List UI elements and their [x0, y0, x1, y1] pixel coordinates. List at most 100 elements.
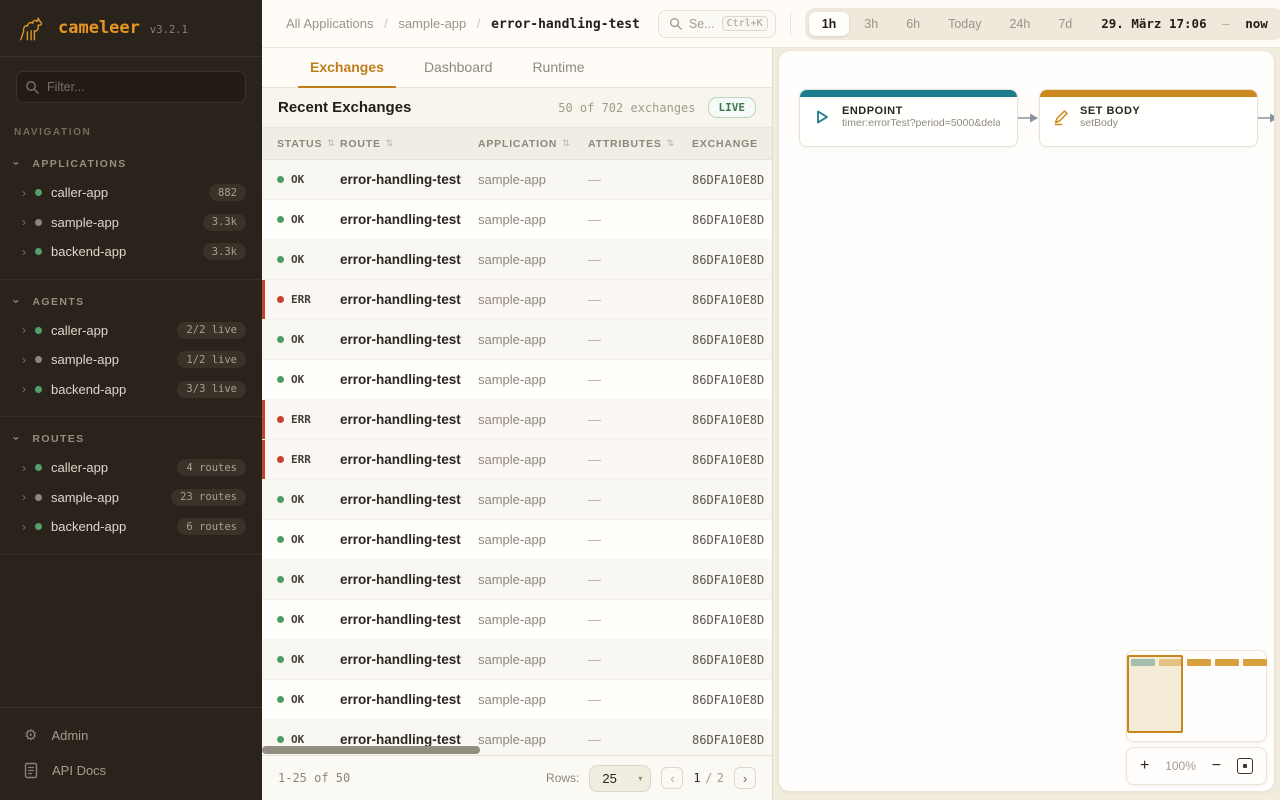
- zoom-out-button[interactable]: −: [1212, 758, 1221, 774]
- table-row[interactable]: OK error-handling-test sample-app — 86DF…: [262, 240, 772, 280]
- column-header-route[interactable]: ROUTE ⇅: [340, 138, 478, 150]
- flow-canvas[interactable]: ENDPOINT timer:errorTest?period=5000&del…: [778, 50, 1275, 792]
- sidebar-item-label: caller-app: [51, 323, 108, 338]
- time-range-option[interactable]: Today: [935, 12, 994, 36]
- horizontal-scrollbar[interactable]: [262, 746, 480, 754]
- sidebar-item-application[interactable]: › backend-app 3.3k: [0, 237, 262, 267]
- sidebar-item-route[interactable]: › backend-app 6 routes: [0, 512, 262, 542]
- divider: [790, 12, 791, 36]
- column-header-status[interactable]: STATUS ⇅: [262, 138, 340, 150]
- pagination-range: 1-25 of 50: [278, 771, 350, 785]
- sort-icon: ⇅: [562, 139, 570, 149]
- sidebar-item-agent[interactable]: › caller-app 2/2 live: [0, 316, 262, 346]
- route-cell: error-handling-test: [340, 332, 478, 347]
- sidebar-section-routes: › ROUTES › caller-app 4 routes › sample-…: [0, 417, 262, 555]
- status-text: OK: [291, 173, 304, 186]
- sidebar-item-badge: 4 routes: [177, 459, 246, 476]
- sidebar-item-label: caller-app: [51, 460, 108, 475]
- node-title: ENDPOINT: [842, 105, 1000, 117]
- table-row[interactable]: OK error-handling-test sample-app — 86DF…: [262, 320, 772, 360]
- time-range-option[interactable]: 7d: [1045, 12, 1085, 36]
- time-range-display[interactable]: 29. März 17:06 – now: [1101, 16, 1268, 31]
- search-shortcut: Ctrl+K: [722, 16, 768, 31]
- column-header-application[interactable]: APPLICATION ⇅: [478, 138, 588, 150]
- flow-node-endpoint[interactable]: ENDPOINT timer:errorTest?period=5000&del…: [799, 89, 1018, 147]
- section-header-agents[interactable]: › AGENTS: [0, 288, 262, 316]
- table-row[interactable]: ERR error-handling-test sample-app — 86D…: [262, 400, 772, 440]
- column-header-attributes[interactable]: ATTRIBUTES ⇅: [588, 138, 692, 150]
- application-cell: sample-app: [478, 492, 588, 507]
- status-dot: [277, 656, 284, 663]
- status-text: ERR: [291, 293, 311, 306]
- route-cell: error-handling-test: [340, 412, 478, 427]
- sidebar-item-badge: 3.3k: [203, 243, 246, 260]
- exchange-id-cell: 86DFA10E8D: [692, 293, 772, 307]
- status-text: OK: [291, 573, 304, 586]
- tab[interactable]: Dashboard: [408, 48, 509, 87]
- time-range-option[interactable]: 1h: [809, 12, 850, 36]
- table-row[interactable]: OK error-handling-test sample-app — 86DF…: [262, 680, 772, 720]
- breadcrumb-sample-app[interactable]: sample-app: [398, 16, 466, 31]
- total-pages: 2: [717, 771, 724, 785]
- sidebar-item-route[interactable]: › sample-app 23 routes: [0, 483, 262, 513]
- table-row[interactable]: OK error-handling-test sample-app — 86DF…: [262, 200, 772, 240]
- status-dot: [277, 256, 284, 263]
- minimap-node-bar: [1215, 659, 1239, 666]
- table-row[interactable]: OK error-handling-test sample-app — 86DF…: [262, 160, 772, 200]
- tab[interactable]: Exchanges: [294, 48, 400, 87]
- section-header-applications[interactable]: › APPLICATIONS: [0, 150, 262, 178]
- time-range-option[interactable]: 3h: [851, 12, 891, 36]
- sidebar-link-api-docs[interactable]: API Docs: [0, 753, 262, 788]
- flow-node-set-body[interactable]: SET BODY setBody: [1039, 89, 1258, 147]
- table-row[interactable]: OK error-handling-test sample-app — 86DF…: [262, 560, 772, 600]
- sidebar-section-agents: › AGENTS › caller-app 2/2 live › sample-…: [0, 280, 262, 418]
- global-search-button[interactable]: Se... Ctrl+K: [658, 10, 776, 38]
- table-row[interactable]: OK error-handling-test sample-app — 86DF…: [262, 600, 772, 640]
- table-row[interactable]: OK error-handling-test sample-app — 86DF…: [262, 640, 772, 680]
- sidebar-item-application[interactable]: › sample-app 3.3k: [0, 208, 262, 238]
- minimap-viewport[interactable]: [1127, 655, 1183, 733]
- attributes-cell: —: [588, 692, 692, 707]
- app-logo[interactable]: cameleer v3.2.1: [0, 0, 262, 57]
- exchange-id-cell: 86DFA10E8D: [692, 173, 772, 187]
- fit-view-icon[interactable]: [1237, 758, 1253, 774]
- status-text: OK: [291, 693, 304, 706]
- attributes-cell: —: [588, 412, 692, 427]
- table-row[interactable]: OK error-handling-test sample-app — 86DF…: [262, 360, 772, 400]
- attributes-cell: —: [588, 292, 692, 307]
- rows-per-page-select[interactable]: 25 ▾: [589, 765, 651, 792]
- table-header: STATUS ⇅ ROUTE ⇅ APPLICATION ⇅ ATTRIBUTE…: [262, 128, 772, 160]
- table-row[interactable]: OK error-handling-test sample-app — 86DF…: [262, 720, 772, 760]
- breadcrumb-all-applications[interactable]: All Applications: [286, 16, 373, 31]
- prev-page-button[interactable]: ‹: [661, 767, 683, 789]
- time-range-option[interactable]: 6h: [893, 12, 933, 36]
- table-row[interactable]: ERR error-handling-test sample-app — 86D…: [262, 440, 772, 480]
- section-label: AGENTS: [32, 296, 84, 308]
- next-page-button[interactable]: ›: [734, 767, 756, 789]
- zoom-in-button[interactable]: +: [1140, 758, 1149, 774]
- table-row[interactable]: OK error-handling-test sample-app — 86DF…: [262, 480, 772, 520]
- route-cell: error-handling-test: [340, 172, 478, 187]
- table-row[interactable]: ERR error-handling-test sample-app — 86D…: [262, 280, 772, 320]
- sidebar-item-agent[interactable]: › sample-app 1/2 live: [0, 345, 262, 375]
- time-range-option[interactable]: 24h: [996, 12, 1043, 36]
- status-text: OK: [291, 253, 304, 266]
- minimap[interactable]: [1126, 650, 1267, 742]
- status-text: ERR: [291, 413, 311, 426]
- route-cell: error-handling-test: [340, 292, 478, 307]
- tab[interactable]: Runtime: [516, 48, 600, 87]
- attributes-cell: —: [588, 372, 692, 387]
- sidebar-link-admin[interactable]: ⚙ Admin: [0, 718, 262, 753]
- sidebar-item-agent[interactable]: › backend-app 3/3 live: [0, 375, 262, 405]
- breadcrumb-separator: /: [477, 16, 481, 31]
- play-icon: [812, 107, 832, 127]
- status-text: OK: [291, 333, 304, 346]
- attributes-cell: —: [588, 212, 692, 227]
- filter-input[interactable]: [16, 71, 246, 103]
- table-row[interactable]: OK error-handling-test sample-app — 86DF…: [262, 520, 772, 560]
- application-cell: sample-app: [478, 332, 588, 347]
- sidebar-item-route[interactable]: › caller-app 4 routes: [0, 453, 262, 483]
- section-header-routes[interactable]: › ROUTES: [0, 425, 262, 453]
- sidebar-item-application[interactable]: › caller-app 882: [0, 178, 262, 208]
- column-header-exchange[interactable]: EXCHANGE: [692, 138, 772, 150]
